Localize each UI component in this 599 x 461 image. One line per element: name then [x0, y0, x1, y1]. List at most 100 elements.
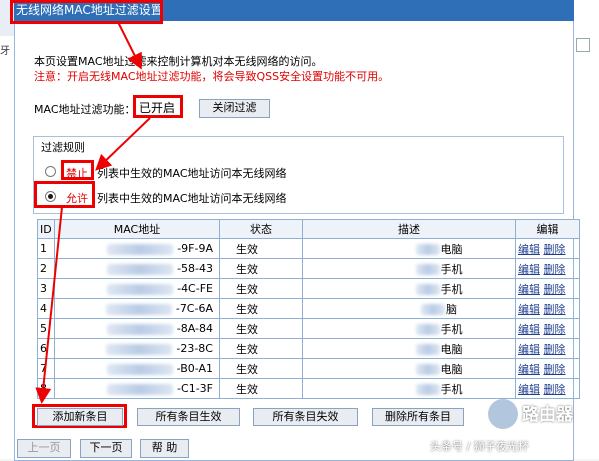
- desc-redaction: [421, 304, 445, 315]
- delete-link[interactable]: 删除: [544, 363, 566, 376]
- row-status: 生效: [219, 258, 303, 279]
- row-desc-text: 手机: [440, 282, 463, 296]
- desc-redaction: [415, 264, 440, 275]
- desc-redaction: [415, 344, 440, 355]
- delete-link[interactable]: 删除: [544, 283, 566, 296]
- prev-page-button[interactable]: 上一页: [17, 439, 71, 458]
- row-status: 生效: [219, 338, 303, 359]
- row-id: 3: [37, 278, 55, 299]
- edit-link[interactable]: 编辑: [518, 363, 540, 376]
- row-actions: 编辑 删除: [515, 318, 580, 339]
- delete-link[interactable]: 删除: [544, 243, 566, 256]
- row-id: 8: [37, 378, 55, 399]
- row-mac-suffix: -C1-3F: [177, 382, 213, 395]
- edit-link[interactable]: 编辑: [518, 243, 540, 256]
- row-description: 手机: [302, 318, 516, 339]
- table-row: 1 -9F-9A 生效 电脑 编辑 删除: [37, 238, 580, 259]
- row-description: 电脑: [302, 358, 516, 379]
- edit-link[interactable]: 编辑: [518, 343, 540, 356]
- edit-link[interactable]: 编辑: [518, 383, 540, 396]
- row-mac: -8A-84: [54, 318, 220, 339]
- row-desc-text: 脑: [446, 302, 457, 316]
- warning-note: 注意：开启无线MAC地址过滤功能，将会导致QSS安全设置功能不可用。: [34, 70, 390, 83]
- mac-redaction: [106, 343, 173, 355]
- delete-link[interactable]: 删除: [544, 323, 566, 336]
- delete-link[interactable]: 删除: [544, 263, 566, 276]
- row-status: 生效: [219, 298, 303, 319]
- row-actions: 编辑 删除: [515, 338, 580, 359]
- table-row: 7 -B0-A1 生效 电脑 编辑 删除: [37, 358, 580, 379]
- row-desc-text: 电脑: [440, 342, 463, 356]
- row-mac: -58-43: [54, 258, 220, 279]
- mac-filter-table: ID MAC地址 状态 描述 编辑 1 -9F-9A 生效 电脑 编辑 删除 2 -58-4…: [37, 219, 580, 399]
- next-page-button[interactable]: 下一页: [80, 439, 132, 458]
- help-button[interactable]: 帮 助: [140, 439, 189, 458]
- row-id: 4: [37, 298, 55, 319]
- mac-redaction: [107, 383, 174, 395]
- deny-description: 列表中生效的MAC地址访问本无线网络: [97, 167, 287, 180]
- row-actions: 编辑 删除: [515, 298, 580, 319]
- table-row: 6 -23-8C 生效 电脑 编辑 删除: [37, 338, 580, 359]
- delete-all-button[interactable]: 删除所有条目: [372, 408, 464, 426]
- enable-all-button[interactable]: 所有条目生效: [137, 408, 240, 426]
- mac-redaction: [107, 263, 174, 275]
- allow-description: 列表中生效的MAC地址访问本无线网络: [97, 192, 287, 205]
- row-mac: -23-8C: [54, 338, 220, 359]
- title-highlight-box: [10, 0, 163, 24]
- row-id: 1: [37, 238, 55, 259]
- header-edit: 编辑: [515, 219, 580, 239]
- row-status: 生效: [219, 238, 303, 259]
- row-mac-suffix: -9F-9A: [177, 242, 213, 255]
- row-id: 5: [37, 318, 55, 339]
- deny-highlight-box: [61, 160, 94, 180]
- edit-link[interactable]: 编辑: [518, 263, 540, 276]
- row-mac-suffix: -23-8C: [176, 342, 213, 355]
- table-row: 8 -C1-3F 生效 手机 编辑 删除: [37, 378, 580, 399]
- table-header-row: ID MAC地址 状态 描述 编辑: [37, 219, 580, 239]
- header-id: ID: [37, 219, 55, 239]
- edit-link[interactable]: 编辑: [518, 283, 540, 296]
- table-row: 2 -58-43 生效 手机 编辑 删除: [37, 258, 580, 279]
- row-id: 6: [37, 338, 55, 359]
- row-actions: 编辑 删除: [515, 378, 580, 399]
- desc-redaction: [415, 364, 440, 375]
- table-row: 5 -8A-84 生效 手机 编辑 删除: [37, 318, 580, 339]
- disable-all-button[interactable]: 所有条目失效: [253, 408, 358, 426]
- deny-radio[interactable]: [45, 166, 56, 177]
- edit-link[interactable]: 编辑: [518, 323, 540, 336]
- mac-redaction: [107, 243, 174, 255]
- row-actions: 编辑 删除: [515, 238, 580, 259]
- intro-text: 本页设置MAC地址过滤来控制计算机对本无线网络的访问。: [34, 55, 323, 68]
- row-description: 手机: [302, 378, 516, 399]
- delete-link[interactable]: 删除: [544, 303, 566, 316]
- row-mac-suffix: -7C-6A: [175, 302, 213, 315]
- edit-link[interactable]: 编辑: [518, 303, 540, 316]
- delete-link[interactable]: 删除: [544, 383, 566, 396]
- delete-link[interactable]: 删除: [544, 343, 566, 356]
- row-mac: -9F-9A: [54, 238, 220, 259]
- watermark-logo-icon: [488, 399, 518, 429]
- row-description: 脑: [302, 298, 516, 319]
- row-actions: 编辑 删除: [515, 278, 580, 299]
- row-mac-suffix: -58-43: [177, 262, 213, 275]
- watermark-credit: 头条号 / 狮子夜光杯: [430, 440, 529, 453]
- left-edge-glyph: 牙: [0, 46, 10, 57]
- add-entry-button[interactable]: 添加新条目: [37, 408, 123, 426]
- row-desc-text: 电脑: [440, 242, 463, 256]
- row-status: 生效: [219, 278, 303, 299]
- mac-redaction: [106, 323, 173, 335]
- row-id: 2: [37, 258, 55, 279]
- row-mac: -B0-A1: [54, 358, 220, 379]
- close-filter-button[interactable]: 关闭过滤: [199, 99, 270, 118]
- desc-redaction: [415, 244, 440, 255]
- row-mac-suffix: -B0-A1: [176, 362, 213, 375]
- header-status: 状态: [219, 219, 303, 239]
- desc-redaction: [415, 284, 440, 295]
- row-description: 电脑: [302, 338, 516, 359]
- row-description: 手机: [302, 258, 516, 279]
- table-row: 3 -4C-FE 生效 手机 编辑 删除: [37, 278, 580, 299]
- row-mac-suffix: -8A-84: [176, 322, 213, 335]
- header-description: 描述: [302, 219, 516, 239]
- table-row: 4 -7C-6A 生效 脑 编辑 删除: [37, 298, 580, 319]
- right-side-checkbox[interactable]: [576, 38, 590, 52]
